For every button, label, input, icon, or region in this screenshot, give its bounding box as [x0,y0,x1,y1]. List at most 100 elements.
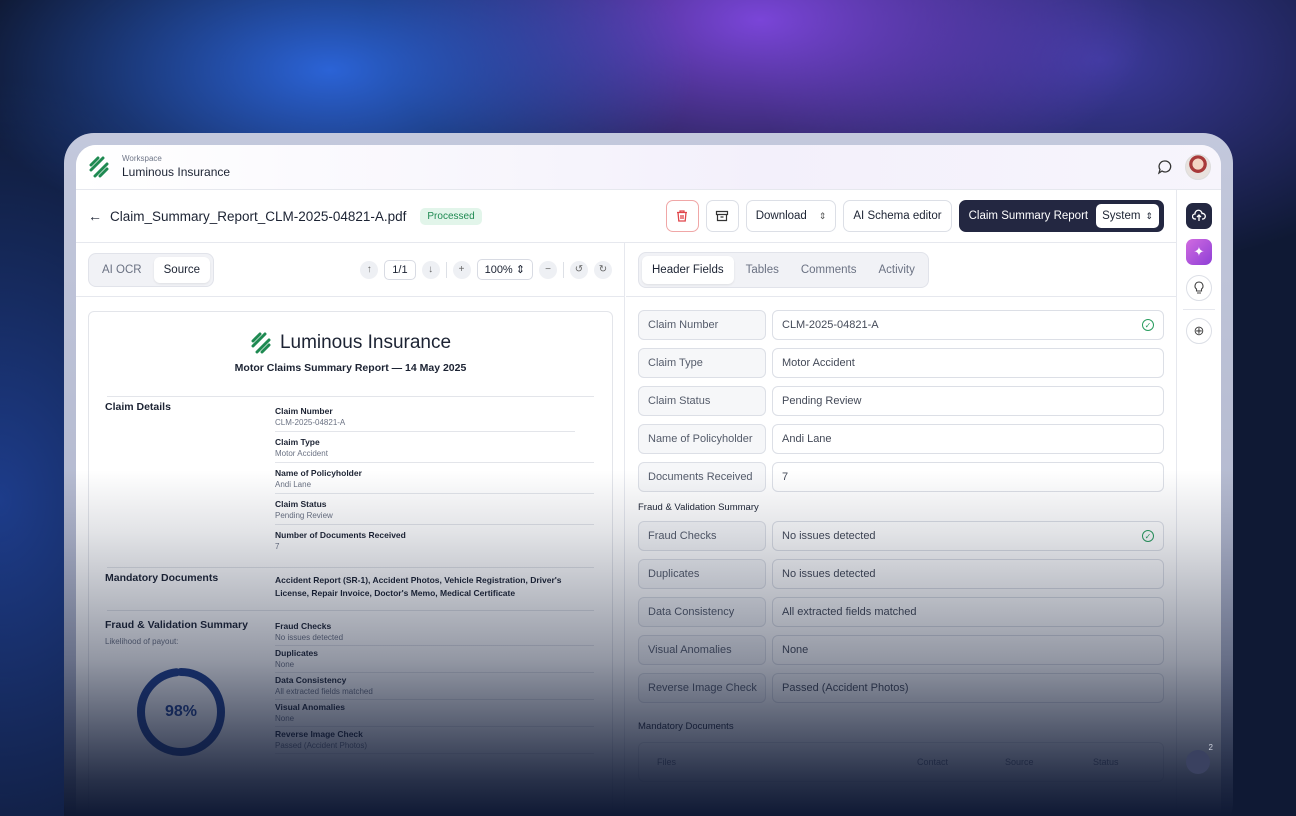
section-heading: Fraud & Validation Summary [638,502,759,513]
zoom-out-icon[interactable]: − [539,260,557,279]
divider [107,609,594,611]
page-indicator[interactable]: 1/1 [384,259,416,280]
tab-activity[interactable]: Activity [868,256,924,284]
extraction-panel: Header Fields Tables Comments Activity Clai… [626,243,1176,816]
column-header[interactable]: Contact [917,757,1005,767]
field-value: All extracted fields matched [782,606,917,618]
zoom-value: 100% [484,264,513,276]
column-header[interactable]: Source [1005,757,1093,767]
field-row: Fraud Checks No issues detected ✓ [638,521,1164,551]
download-button[interactable]: Download ⇕ [745,200,837,232]
field-input[interactable]: No issues detected [772,559,1164,589]
mandatory-section: Mandatory Documents Accident Report (SR-… [105,572,594,600]
report-field-label: Reverse Image Check [275,728,363,739]
arrow-down-icon[interactable]: ↓ [421,260,440,279]
fraud-list: Fraud Checks No issues detected Duplicates… [275,619,594,758]
field-label: Claim Type [638,348,766,378]
document-filename: Claim_Summary_Report_CLM-2025-04821-A.pd… [110,208,407,224]
field-label: Data Consistency [638,597,766,627]
report-field-value: None [275,659,295,669]
fraud-section: Fraud & Validation Summary Likelihood of… [105,619,594,758]
documents-table-header: Files Contact Source Status [638,742,1164,782]
field-label: Reverse Image Check [638,673,766,703]
upload-button[interactable] [1186,203,1212,229]
scope-select[interactable]: System ⇕ [1096,204,1159,228]
tab-comments[interactable]: Comments [791,256,867,284]
field-input[interactable]: None [772,635,1164,665]
notification-avatar[interactable]: 2 [1186,743,1213,774]
field-input[interactable]: Motor Accident [772,348,1164,378]
field-input[interactable]: CLM-2025-04821-A ✓ [772,310,1164,340]
field-input[interactable]: No issues detected ✓ [772,521,1164,551]
field-row: Documents Received 7 [638,462,1164,492]
field-input[interactable]: 7 [772,462,1164,492]
likelihood-gauge: 98% [135,666,227,758]
field-value: Motor Accident [782,357,855,369]
report-field-label: Number of Documents Received [275,530,406,540]
report-field-label: Claim Type [275,437,320,447]
column-header[interactable]: Status [1093,757,1119,767]
report-field: Name of Policyholder Andi Lane [275,463,594,494]
section-heading: Mandatory Documents [105,572,219,584]
likelihood-label: Likelihood of payout: [105,636,179,646]
divider [107,567,594,568]
add-button[interactable]: ⊕ [1186,318,1212,344]
archive-button[interactable] [705,200,739,232]
delete-button[interactable] [665,200,699,232]
chevron-updown-icon: ⇕ [1145,210,1153,221]
report-field-label: Duplicates [275,647,318,658]
workspace-name: Luminous Insurance [122,164,231,179]
tab-ai-ocr[interactable]: AI OCR [92,257,152,283]
zoom-select[interactable]: 100% ⇕ [476,259,533,280]
report-field-label: Data Consistency [275,674,347,685]
workspace-label[interactable]: Workspace Luminous Insurance [122,154,230,181]
report-field-label: Claim Number [275,406,333,416]
report-field: Claim Type Motor Accident [275,432,594,463]
fraud-fields: Fraud Checks No issues detected ✓ Duplicate… [626,521,1176,703]
field-input[interactable]: Pending Review [772,386,1164,416]
brand-logo-icon [89,156,109,178]
brand-logo-icon [251,332,271,354]
divider [563,261,564,278]
report-field-value: Andi Lane [275,480,312,489]
avatar[interactable] [1185,154,1211,180]
field-label: Fraud Checks [638,521,766,551]
field-value: 7 [782,471,789,483]
column-header[interactable]: Files [657,757,917,767]
zoom-in-icon[interactable]: + [452,260,471,279]
check-circle-icon: ✓ [1142,319,1154,331]
arrow-up-icon[interactable]: ↑ [360,260,379,279]
mandatory-docs-text: Accident Report (SR-1), Accident Photos,… [275,575,562,598]
tab-header-fields[interactable]: Header Fields [642,255,734,284]
check-circle-icon: ✓ [1142,530,1154,542]
tab-tables[interactable]: Tables [736,256,789,284]
field-label: Visual Anomalies [638,635,766,665]
rotate-left-icon[interactable]: ↺ [570,260,588,279]
rotate-right-icon[interactable]: ↻ [594,260,612,279]
report-selector[interactable]: Claim Summary Report System ⇕ [958,200,1164,232]
report-field-value: Passed (Accident Photos) [275,740,368,750]
chat-icon[interactable] [1157,159,1173,175]
tips-button[interactable] [1186,275,1212,301]
field-value: Andi Lane [782,433,832,445]
status-badge: Processed [420,207,482,225]
report-field-label: Visual Anomalies [275,701,345,712]
upload-icon [1192,209,1206,221]
field-row: Reverse Image Check Passed (Accident Phot… [638,673,1164,703]
ai-schema-editor-button[interactable]: AI Schema editor [843,200,952,232]
field-input[interactable]: All extracted fields matched [772,597,1164,627]
download-label: Download [755,210,807,222]
back-arrow-icon[interactable]: ← [88,208,102,224]
report-field: Duplicates None [275,646,594,673]
field-input[interactable]: Andi Lane [772,424,1164,454]
tab-source[interactable]: Source [153,256,211,283]
field-row: Claim Type Motor Accident [638,348,1164,378]
field-label: Documents Received [638,462,766,492]
report-field-value: CLM-2025-04821-A [275,418,346,427]
report-label: Claim Summary Report [968,210,1089,222]
divider [107,396,594,397]
main-area: ← Claim_Summary_Report_CLM-2025-04821-A.… [76,190,1176,816]
field-input[interactable]: Passed (Accident Photos) [772,673,1164,703]
report-field-value: No issues detected [275,632,344,642]
ai-assistant-button[interactable]: ✦ [1186,239,1212,265]
